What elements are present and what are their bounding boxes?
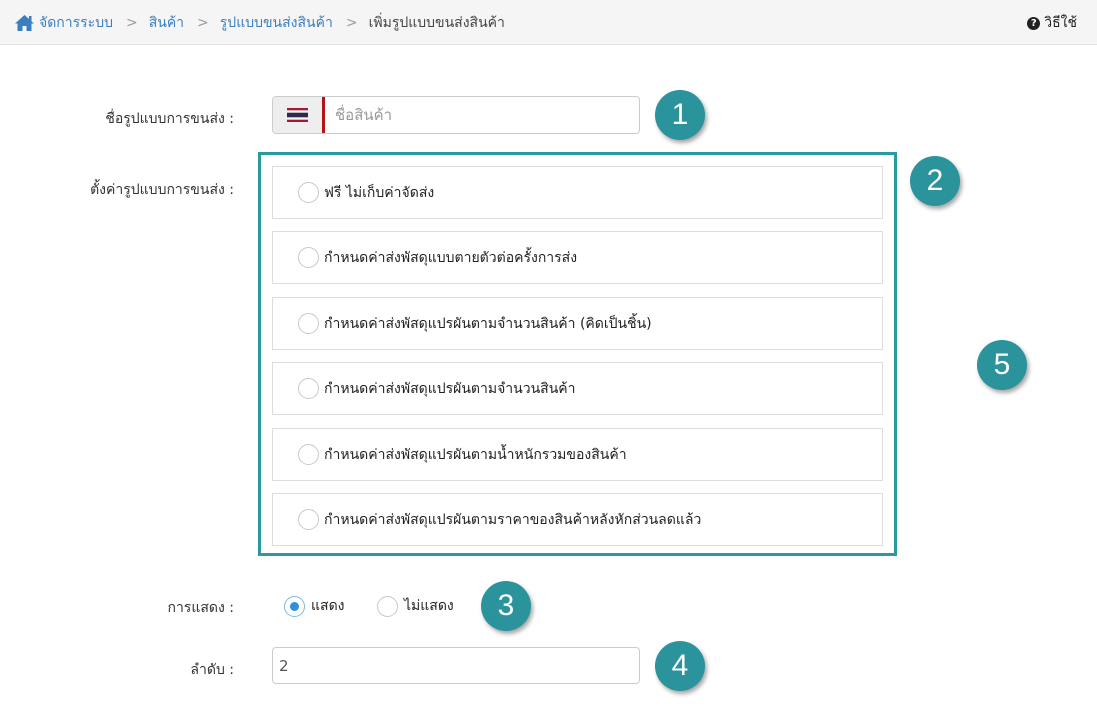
radio-button[interactable] — [298, 444, 319, 465]
order-label: ลำดับ : — [190, 662, 234, 678]
breadcrumb-separator: > — [125, 15, 138, 31]
home-icon[interactable] — [14, 14, 35, 32]
option-label: กำหนดค่าส่งพัสดุแบบตายตัวต่อครั้งการส่ง — [324, 249, 578, 266]
display-option-label: แสดง — [311, 598, 345, 614]
setting-label: ตั้งค่ารูปแบบการขนส่ง : — [90, 182, 234, 198]
thai-flag-icon — [287, 108, 308, 122]
radio-button[interactable] — [298, 509, 319, 530]
display-option-label: ไม่แสดง — [404, 598, 454, 614]
language-addon[interactable] — [273, 97, 325, 133]
help-label: วิธีใช้ — [1044, 15, 1077, 31]
shipping-option-free[interactable]: ฟรี ไม่เก็บค่าจัดส่ง — [272, 166, 883, 219]
question-circle-icon: ? — [1027, 16, 1041, 30]
radio-button[interactable] — [298, 313, 319, 334]
shipping-option-by-price[interactable]: กำหนดค่าส่งพัสดุแปรผันตามราคาของสินค้าหล… — [272, 493, 883, 546]
step-badge-4: 4 — [655, 641, 705, 691]
order-input[interactable] — [272, 647, 640, 684]
option-label: ฟรี ไม่เก็บค่าจัดส่ง — [324, 184, 435, 201]
option-label: กำหนดค่าส่งพัสดุแปรผันตามจำนวนสินค้า — [324, 380, 576, 397]
radio-button[interactable] — [298, 378, 319, 399]
breadcrumb-separator: > — [345, 15, 358, 31]
top-bar: จัดการระบบ > สินค้า > รูปแบบขนส่งสินค้า … — [0, 0, 1097, 45]
breadcrumb: จัดการระบบ > สินค้า > รูปแบบขนส่งสินค้า … — [14, 12, 505, 34]
breadcrumb-item-products[interactable]: สินค้า — [149, 12, 184, 34]
radio-button-checked[interactable] — [284, 595, 305, 617]
radio-button[interactable] — [298, 182, 319, 203]
step-badge-1: 1 — [655, 90, 705, 140]
breadcrumb-separator: > — [197, 15, 209, 31]
option-label: กำหนดค่าส่งพัสดุแปรผันตามราคาของสินค้าหล… — [324, 511, 702, 528]
display-option-hide[interactable]: ไม่แสดง — [377, 595, 454, 617]
shipping-option-per-piece[interactable]: กำหนดค่าส่งพัสดุแปรผันตามจำนวนสินค้า (คิ… — [272, 297, 883, 350]
breadcrumb-current: เพิ่มรูปแบบขนส่งสินค้า — [368, 15, 505, 31]
shipping-option-fixed[interactable]: กำหนดค่าส่งพัสดุแบบตายตัวต่อครั้งการส่ง — [272, 231, 883, 284]
option-label: กำหนดค่าส่งพัสดุแปรผันตามน้ำหนักรวมของสิ… — [324, 446, 627, 463]
display-option-show[interactable]: แสดง — [284, 595, 345, 617]
name-input-group — [272, 96, 640, 134]
help-link[interactable]: ? วิธีใช้ — [1027, 12, 1077, 34]
option-label: กำหนดค่าส่งพัสดุแปรผันตามจำนวนสินค้า (คิ… — [324, 315, 652, 332]
step-badge-3: 3 — [481, 581, 531, 631]
step-badge-5: 5 — [977, 340, 1027, 390]
display-label: การแสดง : — [167, 600, 234, 616]
name-label: ชื่อรูปแบบการขนส่ง : — [105, 111, 234, 127]
shipping-option-by-quantity[interactable]: กำหนดค่าส่งพัสดุแปรผันตามจำนวนสินค้า — [272, 362, 883, 415]
shipping-name-input[interactable] — [325, 97, 639, 133]
shipping-option-by-weight[interactable]: กำหนดค่าส่งพัสดุแปรผันตามน้ำหนักรวมของสิ… — [272, 428, 883, 481]
breadcrumb-item-shipping-types[interactable]: รูปแบบขนส่งสินค้า — [220, 12, 333, 34]
step-badge-2: 2 — [910, 156, 960, 206]
radio-button[interactable] — [298, 247, 319, 268]
radio-button[interactable] — [377, 595, 398, 617]
breadcrumb-item-system[interactable]: จัดการระบบ — [39, 12, 113, 34]
